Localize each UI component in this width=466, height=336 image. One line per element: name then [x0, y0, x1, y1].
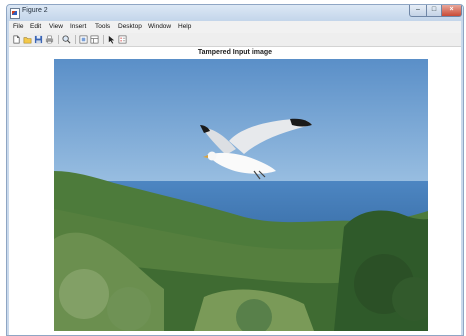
- menu-tools[interactable]: Tools: [95, 23, 110, 30]
- open-folder-icon[interactable]: [23, 35, 32, 44]
- displayed-image[interactable]: [54, 59, 428, 331]
- menu-file[interactable]: File: [13, 23, 23, 30]
- pointer-icon[interactable]: [107, 35, 116, 44]
- menu-desktop[interactable]: Desktop: [118, 23, 142, 30]
- minimize-button[interactable]: –: [409, 5, 427, 17]
- print-icon[interactable]: [45, 35, 54, 44]
- zoom-icon[interactable]: [62, 35, 71, 44]
- property-editor-icon[interactable]: [90, 35, 99, 44]
- window-title: Figure 2: [22, 7, 48, 14]
- figure-window: Figure 2 – □ × File Edit View Insert Too…: [6, 4, 464, 336]
- menu-edit[interactable]: Edit: [30, 23, 41, 30]
- menu-bar: File Edit View Insert Tools Desktop Wind…: [9, 21, 461, 33]
- menu-view[interactable]: View: [49, 23, 63, 30]
- menu-window[interactable]: Window: [148, 23, 171, 30]
- figure-app-icon: [10, 8, 20, 19]
- plot-title: Tampered Input image: [197, 49, 273, 56]
- save-icon[interactable]: [34, 35, 43, 44]
- toolbar-separator: [103, 35, 104, 44]
- title-bar[interactable]: Figure 2 – □ ×: [7, 5, 463, 21]
- menu-help[interactable]: Help: [178, 23, 191, 30]
- new-figure-icon[interactable]: [12, 35, 21, 44]
- minimize-icon: –: [416, 6, 420, 13]
- link-plot-icon[interactable]: [79, 35, 88, 44]
- toolbar-separator: [58, 35, 59, 44]
- close-button[interactable]: ×: [441, 5, 462, 17]
- maximize-button[interactable]: □: [426, 5, 442, 17]
- close-icon: ×: [449, 6, 454, 13]
- maximize-icon: □: [431, 6, 437, 13]
- figure-canvas: Tampered Input image: [9, 47, 461, 335]
- insert-legend-icon[interactable]: [118, 35, 127, 44]
- toolbar-separator: [75, 35, 76, 44]
- sky: [54, 59, 428, 194]
- figure-toolbar: [9, 33, 461, 47]
- menu-insert[interactable]: Insert: [70, 23, 86, 30]
